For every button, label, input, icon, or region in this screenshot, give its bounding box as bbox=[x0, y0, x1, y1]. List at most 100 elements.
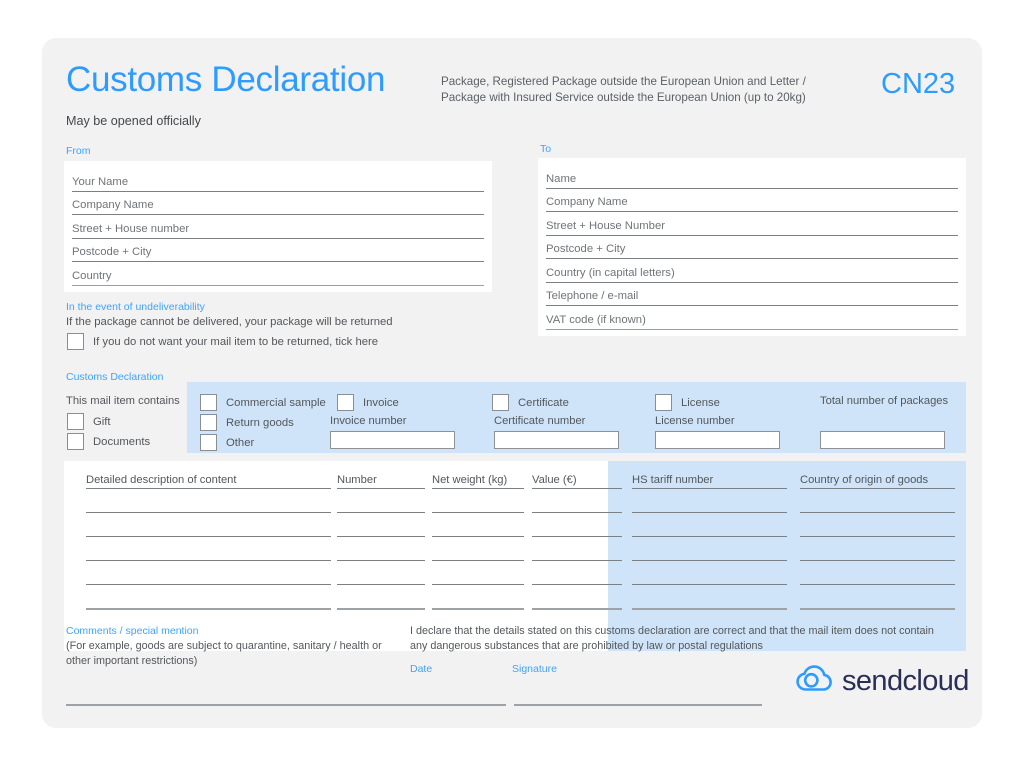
undeliverability-checkbox-row[interactable]: If you do not want your mail item to be … bbox=[67, 333, 378, 350]
to-field-postcode-city-placeholder: Postcode + City bbox=[546, 243, 626, 255]
from-field-postcode-city-placeholder: Postcode + City bbox=[72, 246, 152, 258]
checkbox-row-certificate[interactable]: Certificate bbox=[492, 394, 569, 411]
checkbox-row-license[interactable]: License bbox=[655, 394, 720, 411]
page-root: Customs Declaration Package, Registered … bbox=[0, 0, 1024, 770]
from-field-street[interactable]: Street + House number bbox=[72, 215, 484, 239]
goods-column-net-weight-header: Net weight (kg) bbox=[432, 474, 508, 486]
goods-row[interactable] bbox=[337, 513, 425, 536]
goods-row[interactable] bbox=[632, 513, 787, 536]
commercial-sample-checkbox[interactable] bbox=[200, 394, 217, 411]
goods-column-hs-tariff: HS tariff number bbox=[632, 466, 787, 610]
from-field-company[interactable]: Company Name bbox=[72, 192, 484, 215]
goods-row[interactable] bbox=[632, 585, 787, 608]
goods-rule bbox=[337, 608, 425, 610]
goods-row[interactable] bbox=[432, 561, 524, 584]
goods-row[interactable] bbox=[432, 585, 524, 608]
goods-row[interactable] bbox=[337, 537, 425, 560]
checkbox-row-commercial-sample[interactable]: Commercial sample bbox=[200, 394, 326, 411]
total-packages-input[interactable] bbox=[820, 431, 945, 449]
to-field-name-placeholder: Name bbox=[546, 172, 577, 185]
to-field-company-placeholder: Company Name bbox=[546, 196, 628, 208]
checkbox-row-other[interactable]: Other bbox=[200, 434, 254, 451]
invoice-checkbox[interactable] bbox=[337, 394, 354, 411]
from-field-country[interactable]: Country bbox=[72, 262, 484, 286]
goods-row[interactable] bbox=[86, 513, 331, 536]
goods-rule bbox=[86, 608, 331, 610]
form-subtitle: Package, Registered Package outside the … bbox=[441, 74, 881, 106]
checkbox-row-invoice[interactable]: Invoice bbox=[337, 394, 399, 411]
license-number-input[interactable] bbox=[655, 431, 780, 449]
certificate-number-input[interactable] bbox=[494, 431, 619, 449]
to-field-name[interactable]: Name bbox=[546, 165, 958, 189]
goods-row[interactable] bbox=[86, 585, 331, 608]
goods-row[interactable] bbox=[532, 537, 622, 560]
to-field-vat[interactable]: VAT code (if known) bbox=[546, 306, 958, 330]
comments-input[interactable] bbox=[66, 704, 411, 706]
goods-row[interactable] bbox=[800, 585, 955, 608]
goods-rule bbox=[632, 608, 787, 610]
goods-row[interactable] bbox=[800, 537, 955, 560]
date-label: Date bbox=[410, 663, 433, 675]
goods-row[interactable] bbox=[337, 489, 425, 512]
license-checkbox[interactable] bbox=[655, 394, 672, 411]
to-field-company[interactable]: Company Name bbox=[546, 189, 958, 212]
goods-column-number-header: Number bbox=[337, 474, 377, 486]
documents-label: Documents bbox=[93, 435, 151, 448]
goods-row[interactable] bbox=[532, 489, 622, 512]
certificate-checkbox[interactable] bbox=[492, 394, 509, 411]
goods-row[interactable] bbox=[632, 489, 787, 512]
from-field-country-placeholder: Country bbox=[72, 269, 112, 282]
form-subtitle-line1: Package, Registered Package outside the … bbox=[441, 75, 806, 88]
goods-row[interactable] bbox=[86, 537, 331, 560]
undeliverability-checkbox[interactable] bbox=[67, 333, 84, 350]
gift-label: Gift bbox=[93, 415, 111, 428]
goods-row[interactable] bbox=[800, 489, 955, 512]
goods-row[interactable] bbox=[432, 513, 524, 536]
date-input[interactable] bbox=[410, 704, 506, 706]
goods-row[interactable] bbox=[800, 561, 955, 584]
checkbox-row-gift[interactable]: Gift bbox=[67, 413, 111, 430]
documents-checkbox[interactable] bbox=[67, 433, 84, 450]
invoice-number-input[interactable] bbox=[330, 431, 455, 449]
return-goods-checkbox[interactable] bbox=[200, 414, 217, 431]
goods-row[interactable] bbox=[86, 489, 331, 512]
invoice-label: Invoice bbox=[363, 396, 399, 409]
from-field-street-placeholder: Street + House number bbox=[72, 222, 190, 235]
to-field-postcode-city[interactable]: Postcode + City bbox=[546, 236, 958, 259]
customs-declaration-section-label: Customs Declaration bbox=[66, 371, 164, 383]
goods-column-description-header: Detailed description of content bbox=[86, 474, 237, 486]
goods-row[interactable] bbox=[432, 489, 524, 512]
goods-row[interactable] bbox=[432, 537, 524, 560]
license-number-label: License number bbox=[655, 415, 735, 427]
checkbox-row-documents[interactable]: Documents bbox=[67, 433, 150, 450]
goods-row[interactable] bbox=[532, 585, 622, 608]
checkbox-row-return-goods[interactable]: Return goods bbox=[200, 414, 294, 431]
goods-row[interactable] bbox=[532, 561, 622, 584]
goods-row[interactable] bbox=[800, 513, 955, 536]
sendcloud-logo: sendcloud bbox=[796, 665, 969, 698]
customs-form-card: Customs Declaration Package, Registered … bbox=[42, 38, 982, 728]
goods-row[interactable] bbox=[86, 561, 331, 584]
signature-input[interactable] bbox=[514, 704, 762, 706]
contains-title: This mail item contains bbox=[66, 395, 180, 407]
to-field-country-placeholder: Country (in capital letters) bbox=[546, 266, 675, 279]
return-goods-label: Return goods bbox=[226, 416, 294, 429]
to-field-vat-placeholder: VAT code (if known) bbox=[546, 313, 646, 326]
goods-rule bbox=[432, 608, 524, 610]
goods-row[interactable] bbox=[337, 561, 425, 584]
comments-hint: (For example, goods are subject to quara… bbox=[66, 640, 382, 667]
goods-row[interactable] bbox=[532, 513, 622, 536]
from-field-name[interactable]: Your Name bbox=[72, 168, 484, 192]
goods-row[interactable] bbox=[632, 537, 787, 560]
gift-checkbox[interactable] bbox=[67, 413, 84, 430]
goods-row[interactable] bbox=[632, 561, 787, 584]
page-title: Customs Declaration bbox=[66, 60, 386, 99]
to-field-street[interactable]: Street + House Number bbox=[546, 212, 958, 236]
undeliverability-description: If the package cannot be delivered, your… bbox=[66, 316, 393, 328]
from-field-postcode-city[interactable]: Postcode + City bbox=[72, 239, 484, 262]
invoice-number-label: Invoice number bbox=[330, 415, 407, 427]
to-field-country[interactable]: Country (in capital letters) bbox=[546, 259, 958, 283]
goods-row[interactable] bbox=[337, 585, 425, 608]
other-checkbox[interactable] bbox=[200, 434, 217, 451]
to-field-telephone-email[interactable]: Telephone / e-mail bbox=[546, 283, 958, 306]
